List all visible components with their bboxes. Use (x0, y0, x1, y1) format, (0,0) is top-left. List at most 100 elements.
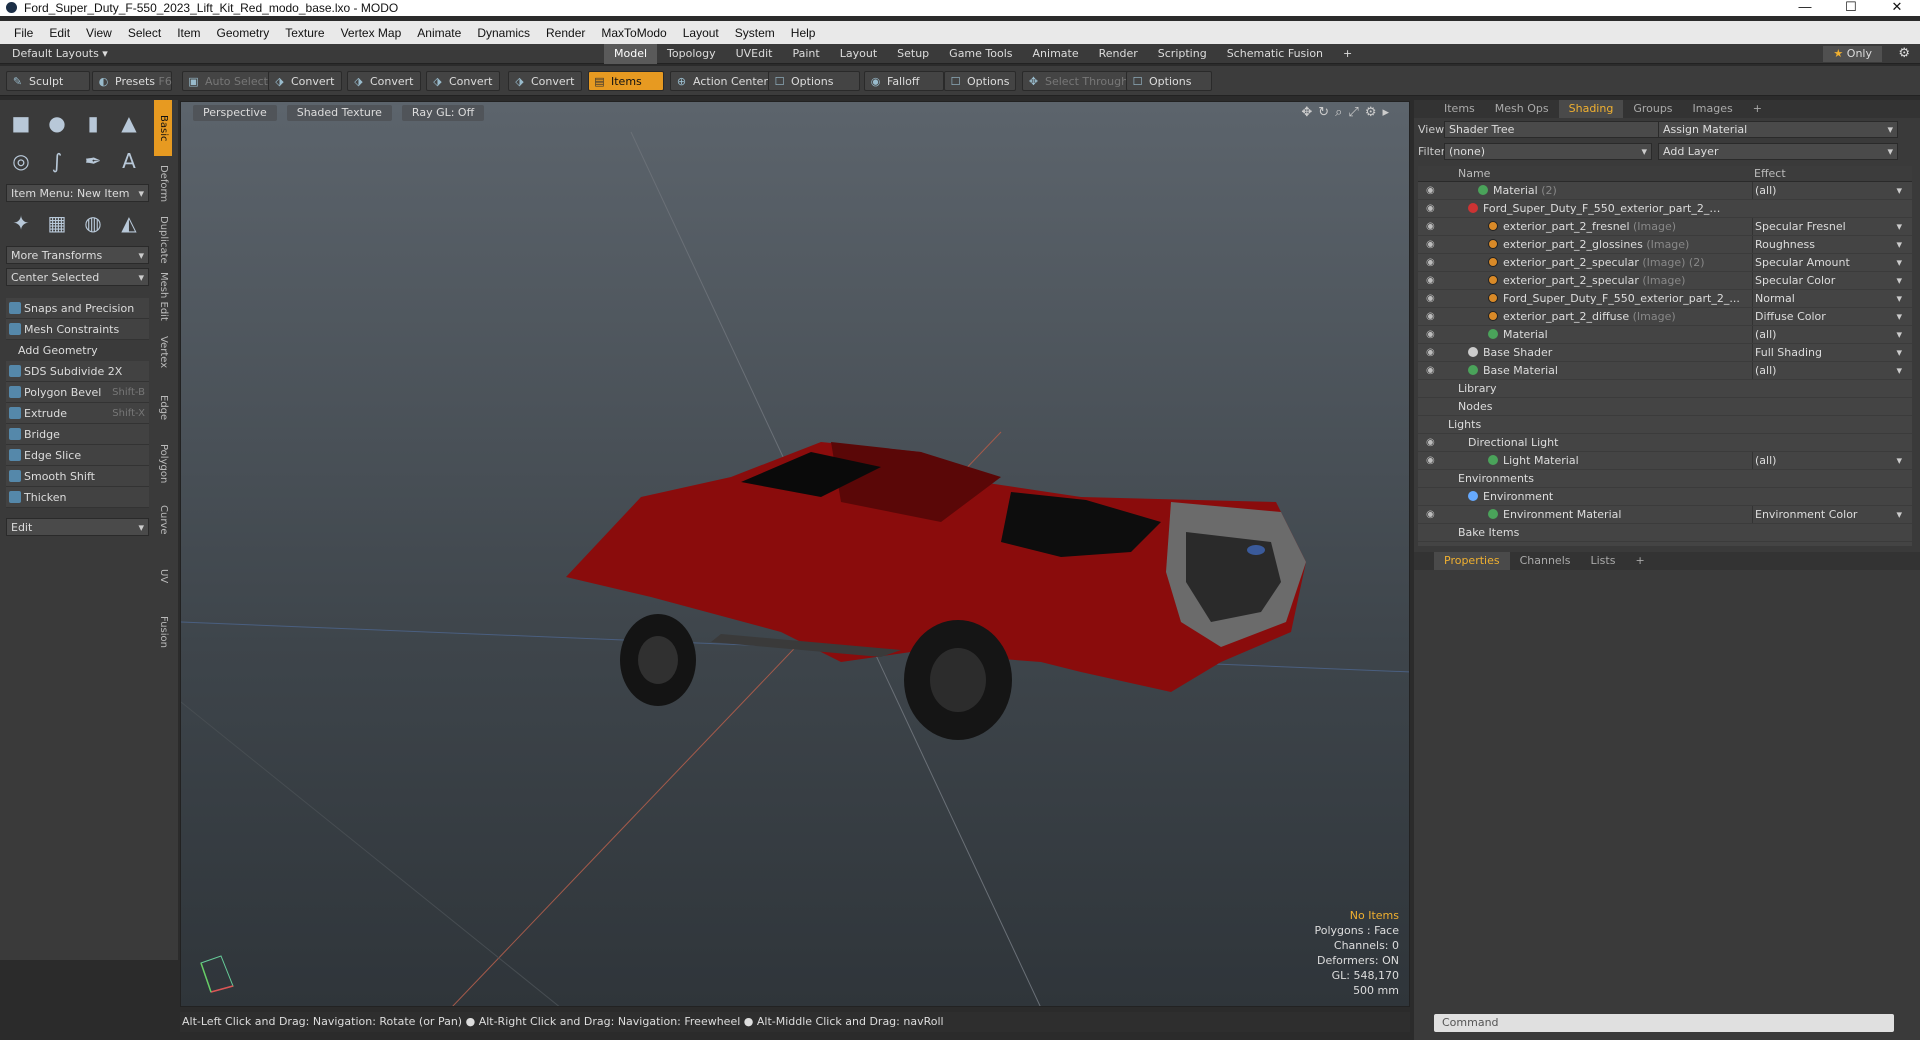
effect-dropdown[interactable]: (all) (1752, 452, 1902, 469)
menu-animate[interactable]: Animate (409, 21, 469, 45)
items-mode-button[interactable]: ▤ Items (588, 71, 664, 91)
options-button-3[interactable]: ☐ Options (1126, 71, 1212, 91)
effect-dropdown[interactable]: (all) (1752, 362, 1902, 379)
vtab-deform[interactable]: Deform (154, 156, 172, 212)
effect-dropdown[interactable]: Roughness (1752, 236, 1902, 253)
close-button[interactable]: ✕ (1874, 0, 1920, 16)
cube-icon[interactable]: ■ (6, 108, 36, 138)
only-toggle[interactable]: ★ Only (1823, 46, 1882, 62)
snaps-precision-item[interactable]: Snaps and Precision (6, 298, 149, 319)
more-transforms-dropdown[interactable]: More Transforms (6, 246, 149, 264)
text-icon[interactable]: A (114, 146, 144, 176)
fit-icon[interactable]: ⤢ (1348, 105, 1364, 120)
tree-row[interactable]: Nodes (1418, 398, 1912, 416)
action-center-button[interactable]: ⊕ Action Center (670, 71, 775, 91)
tree-row[interactable]: ◉ Light Material (all) (1418, 452, 1912, 470)
convert-button-4[interactable]: ⬗ Convert (508, 71, 582, 91)
effect-dropdown[interactable]: Environment Color (1752, 506, 1902, 523)
convert-button-1[interactable]: ⬗ Convert (268, 71, 342, 91)
tree-row[interactable]: ◉ Base Material (all) (1418, 362, 1912, 380)
menu-system[interactable]: System (727, 21, 783, 45)
raygl-button[interactable]: Ray GL: Off (401, 105, 485, 121)
maximize-button[interactable]: ☐ (1828, 0, 1874, 16)
props-tab-add[interactable]: + (1625, 552, 1654, 570)
move-icon[interactable]: ✥ (1301, 105, 1318, 120)
tree-row[interactable]: Bake Items (1418, 524, 1912, 542)
polygon-bevel-item[interactable]: Polygon Bevel Shift-B (6, 382, 149, 403)
options-button-1[interactable]: ☐ Options (768, 71, 860, 91)
visibility-eye-icon[interactable]: ◉ (1426, 344, 1435, 361)
pyramid-icon[interactable]: ◭ (114, 208, 144, 238)
tree-row[interactable]: ◉ Environment Material Environment Color (1418, 506, 1912, 524)
vtab-curve[interactable]: Curve (154, 492, 172, 548)
effect-column-header[interactable]: Effect (1754, 167, 1786, 180)
tree-row[interactable]: ◉ exterior_part_2_diffuse (Image) Diffuse … (1418, 308, 1912, 326)
tab-model[interactable]: Model (604, 44, 658, 64)
name-column-header[interactable]: Name (1458, 167, 1490, 180)
tab-topology[interactable]: Topology (657, 44, 726, 64)
visibility-eye-icon[interactable]: ◉ (1426, 254, 1435, 271)
menu-layout[interactable]: Layout (675, 21, 727, 45)
vtab-edge[interactable]: Edge (154, 380, 172, 436)
effect-dropdown[interactable]: Full Shading (1752, 344, 1902, 361)
options-button-2[interactable]: ☐ Options (944, 71, 1016, 91)
visibility-eye-icon[interactable]: ◉ (1426, 218, 1435, 235)
perspective-button[interactable]: Perspective (193, 105, 277, 121)
menu-geometry[interactable]: Geometry (209, 21, 278, 45)
menu-file[interactable]: File (6, 21, 41, 45)
rotate-icon[interactable]: ↻ (1318, 105, 1335, 120)
globe-icon[interactable]: ◍ (78, 208, 108, 238)
tree-row[interactable]: ◉ exterior_part_2_glossines (Image) Roughn… (1418, 236, 1912, 254)
tree-row[interactable]: Environment (1418, 488, 1912, 506)
extrude-item[interactable]: Extrude Shift-X (6, 403, 149, 424)
menu-maxtomodo[interactable]: MaxToModo (593, 21, 674, 45)
tab-add[interactable]: + (1333, 44, 1362, 64)
bridge-item[interactable]: Bridge (6, 424, 149, 445)
effect-dropdown[interactable]: Specular Fresnel (1752, 218, 1902, 235)
effect-dropdown[interactable]: Specular Color (1752, 272, 1902, 289)
default-layouts-dropdown[interactable]: Default Layouts ▾ (12, 47, 108, 60)
falloff-button[interactable]: ◉ Falloff (864, 71, 944, 91)
effect-dropdown[interactable]: Specular Amount (1752, 254, 1902, 271)
expand-icon[interactable]: ▸ (1382, 105, 1395, 120)
vtab-fusion[interactable]: Fusion (154, 604, 172, 660)
tree-row[interactable]: ◉ Directional Light (1418, 434, 1912, 452)
visibility-eye-icon[interactable]: ◉ (1426, 434, 1435, 451)
zoom-icon[interactable]: ⌕ (1335, 105, 1348, 120)
smooth-shift-item[interactable]: Smooth Shift (6, 466, 149, 487)
right-tab-add[interactable]: + (1743, 100, 1772, 118)
visibility-eye-icon[interactable]: ◉ (1426, 200, 1435, 217)
tab-animate[interactable]: Animate (1023, 44, 1089, 64)
effect-dropdown[interactable]: Normal (1752, 290, 1902, 307)
visibility-eye-icon[interactable]: ◉ (1426, 308, 1435, 325)
menu-help[interactable]: Help (783, 21, 824, 45)
convert-button-3[interactable]: ⬗ Convert (426, 71, 500, 91)
sds-subdivide-item[interactable]: SDS Subdivide 2X (6, 361, 149, 382)
vtab-uv[interactable]: UV (154, 548, 172, 604)
visibility-eye-icon[interactable]: ◉ (1426, 506, 1435, 523)
thicken-item[interactable]: Thicken (6, 487, 149, 508)
edit-dropdown[interactable]: Edit (6, 518, 149, 536)
tree-row[interactable]: ◉ Material (2) (all) (1418, 182, 1912, 200)
props-tab-channels[interactable]: Channels (1510, 552, 1581, 570)
tree-row[interactable]: Library (1418, 380, 1912, 398)
tree-row[interactable]: ◉ Ford_Super_Duty_F_550_exterior_part_2_M… (1418, 200, 1912, 218)
tab-layout[interactable]: Layout (830, 44, 887, 64)
effect-dropdown[interactable]: Diffuse Color (1752, 308, 1902, 325)
add-geometry-header[interactable]: Add Geometry (6, 340, 149, 361)
vtab-mesh-edit[interactable]: Mesh Edit (154, 268, 172, 324)
menu-view[interactable]: View (78, 21, 120, 45)
cone-icon[interactable]: ▲ (114, 108, 144, 138)
right-tab-images[interactable]: Images (1683, 100, 1743, 118)
visibility-eye-icon[interactable]: ◉ (1426, 182, 1435, 199)
filter-dropdown[interactable]: (none) (1444, 143, 1652, 160)
presets-button[interactable]: ◐ Presets F6 (92, 71, 172, 91)
visibility-eye-icon[interactable]: ◉ (1426, 326, 1435, 343)
mesh-constraints-item[interactable]: Mesh Constraints (6, 319, 149, 340)
tab-render[interactable]: Render (1089, 44, 1148, 64)
props-tab-lists[interactable]: Lists (1581, 552, 1626, 570)
right-tab-items[interactable]: Items (1434, 100, 1485, 118)
convert-button-2[interactable]: ⬗ Convert (347, 71, 421, 91)
sculpt-button[interactable]: ✎ Sculpt (6, 71, 90, 91)
tree-row[interactable]: ◉ Ford_Super_Duty_F_550_exterior_part_2_.… (1418, 290, 1912, 308)
